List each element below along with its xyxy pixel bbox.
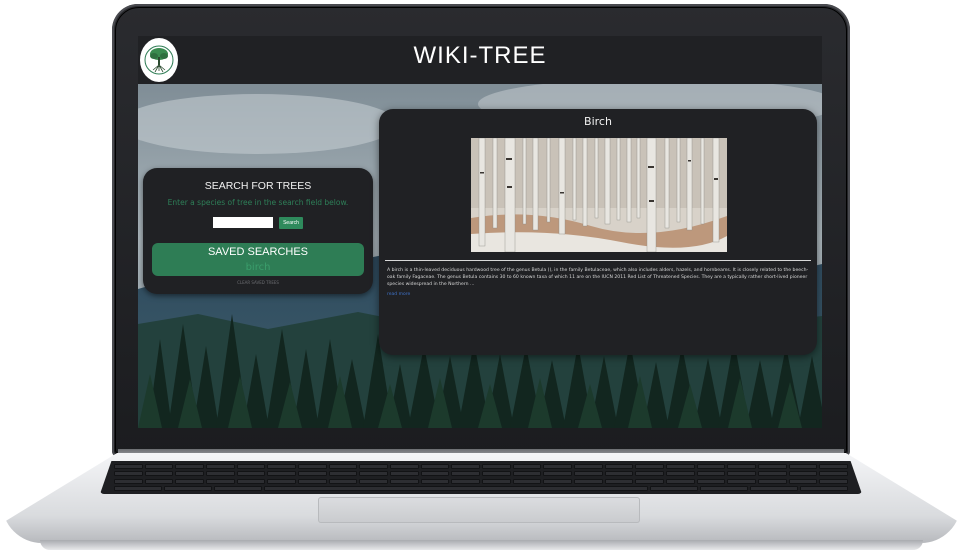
laptop-screen: WIKI-TREE SEARCH FOR TREES Enter a speci… [138,36,822,428]
laptop-trackpad [318,497,640,523]
search-button[interactable]: Search [279,217,303,229]
read-more-link[interactable]: read more [387,292,410,297]
site-title: WIKI-TREE [413,42,547,69]
laptop-front-edge [40,540,923,550]
laptop-keyboard [100,461,862,494]
saved-searches-title: SAVED SEARCHES [207,246,309,258]
result-divider [385,260,811,261]
result-description: A birch is a thin-leaved deciduous hardw… [387,268,809,287]
search-panel-title: SEARCH FOR TREES [204,180,312,192]
birch-forest-image [471,138,727,252]
tree-search-input[interactable] [213,217,273,228]
clear-saved-trees-button[interactable]: CLEAR SAVED TREES [143,280,373,285]
saved-searches-section: SAVED SEARCHES birch [152,243,364,276]
saved-search-item[interactable]: birch [152,262,364,273]
result-panel: Birch A birch is a thin-leaved deciduous… [379,109,817,355]
search-hint-text: Enter a species of tree in the search fi… [167,198,349,207]
site-header: WIKI-TREE [138,36,822,84]
result-title: Birch [584,115,612,128]
search-panel: SEARCH FOR TREES Enter a species of tree… [143,168,373,294]
